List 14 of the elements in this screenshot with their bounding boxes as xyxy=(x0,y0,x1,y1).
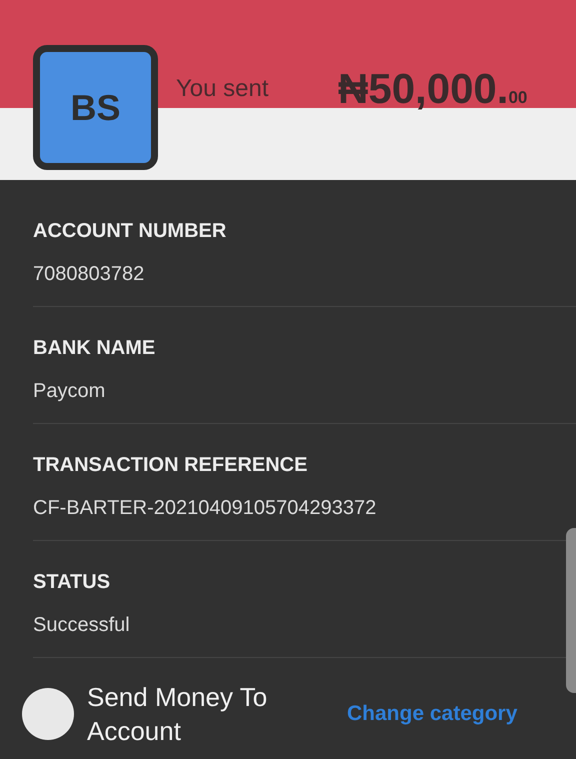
category-name: Send Money To Account xyxy=(87,681,268,748)
category-icon xyxy=(22,688,74,740)
change-category-link[interactable]: Change category xyxy=(347,702,518,726)
field-value: 7080803782 xyxy=(33,263,146,286)
avatar-initials: BS xyxy=(33,45,158,170)
field-label: BANK NAME xyxy=(33,337,156,360)
scrollbar-thumb[interactable] xyxy=(566,528,576,693)
field-label: TRANSACTION REFERENCE xyxy=(33,454,308,477)
field-label: STATUS xyxy=(33,571,112,594)
field-label: ACCOUNT NUMBER xyxy=(33,220,228,243)
caption: You sent xyxy=(176,75,270,103)
field-value: Successful xyxy=(33,614,131,637)
field-value: CF-BARTER-20210409105704293372 xyxy=(33,497,378,520)
field-value: Paycom xyxy=(33,380,106,403)
